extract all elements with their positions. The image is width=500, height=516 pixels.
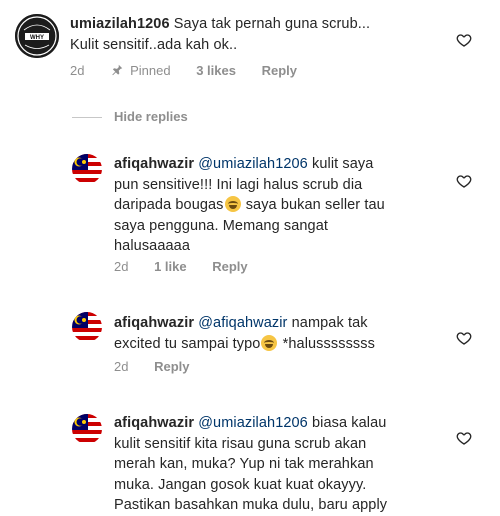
- svg-text:WHY: WHY: [30, 35, 44, 41]
- like-heart-icon[interactable]: [456, 173, 472, 189]
- comment-time: 2d: [70, 63, 85, 78]
- reply-line: kulit sensitif kita risau guna scrub aka…: [114, 435, 367, 452]
- reply-line: halusaaaaa: [114, 238, 190, 254]
- mention-link[interactable]: @umiazilah1206: [198, 156, 308, 172]
- comment-body-line2: Kulit sensitif..ada kah ok..: [70, 36, 238, 53]
- comment-time: 2d: [114, 359, 129, 374]
- reply-text: afiqahwazir @afiqahwazir nampak tak exci…: [114, 313, 375, 354]
- reply-username[interactable]: afiqahwazir: [114, 156, 194, 172]
- mention-link[interactable]: @umiazilah1206: [198, 415, 308, 431]
- reply-button[interactable]: Reply: [262, 63, 297, 78]
- like-heart-icon[interactable]: [456, 32, 472, 48]
- main-comment-text: umiazilah1206 Saya tak pernah guna scrub…: [70, 14, 370, 55]
- avatar[interactable]: WHY: [15, 14, 59, 58]
- malaysia-flag-icon: [72, 312, 102, 342]
- reply-meta: 2d 1 like Reply: [114, 259, 270, 274]
- reply-meta: 2d Reply: [114, 359, 212, 374]
- malaysia-flag-icon: [72, 154, 102, 184]
- avatar[interactable]: [72, 154, 102, 184]
- reply-line: excited tu sampai typo: [114, 335, 261, 352]
- reply-line: kulit saya: [312, 156, 374, 172]
- avatar[interactable]: [72, 312, 102, 342]
- reply-button[interactable]: Reply: [154, 359, 189, 374]
- comment-body-line1: Saya tak pernah guna scrub...: [173, 16, 371, 32]
- hide-replies-button[interactable]: Hide replies: [114, 109, 188, 124]
- laughing-emoji-icon: [224, 196, 241, 212]
- reply-button[interactable]: Reply: [212, 259, 247, 274]
- mention-link[interactable]: @afiqahwazir: [198, 315, 287, 331]
- divider: [72, 117, 102, 118]
- reply-username[interactable]: afiqahwazir: [114, 415, 194, 431]
- profile-logo-icon: WHY: [15, 14, 59, 58]
- likes-count[interactable]: 3 likes: [196, 63, 236, 78]
- comment-username[interactable]: umiazilah1206: [70, 16, 170, 32]
- reply-line: saya pengguna. Memang sangat: [114, 217, 329, 234]
- avatar[interactable]: [72, 414, 102, 444]
- reply-line: biasa kalau: [312, 415, 387, 431]
- reply-line: *halussssssss: [282, 335, 375, 352]
- comment-time: 2d: [114, 259, 129, 274]
- pin-icon: [112, 64, 123, 76]
- reply-line: merah kan, muka? Yup ni tak merahkan: [114, 456, 374, 472]
- reply-username[interactable]: afiqahwazir: [114, 315, 194, 331]
- main-comment-meta: 2d Pinned 3 likes Reply: [70, 63, 319, 78]
- pinned-indicator: Pinned: [110, 63, 171, 78]
- reply-text: afiqahwazir @umiazilah1206 kulit saya pu…: [114, 154, 385, 257]
- malaysia-flag-icon: [72, 414, 102, 444]
- like-heart-icon[interactable]: [456, 330, 472, 346]
- laughing-emoji-icon: [261, 334, 278, 351]
- reply-line: nampak tak: [291, 315, 368, 331]
- likes-count[interactable]: 1 like: [154, 259, 187, 274]
- reply-line: saya bukan seller tau: [245, 197, 385, 213]
- reply-text: afiqahwazir @umiazilah1206 biasa kalau k…: [114, 413, 387, 516]
- reply-line: pun sensitive!!! Ini lagi halus scrub di…: [114, 176, 363, 193]
- like-heart-icon[interactable]: [456, 430, 472, 446]
- reply-line: muka. Jangan gosok kuat kuat okayyy.: [114, 476, 367, 493]
- reply-line: daripada bougas: [114, 197, 224, 213]
- reply-line: Pastikan basahkan muka dulu, baru apply: [114, 497, 388, 513]
